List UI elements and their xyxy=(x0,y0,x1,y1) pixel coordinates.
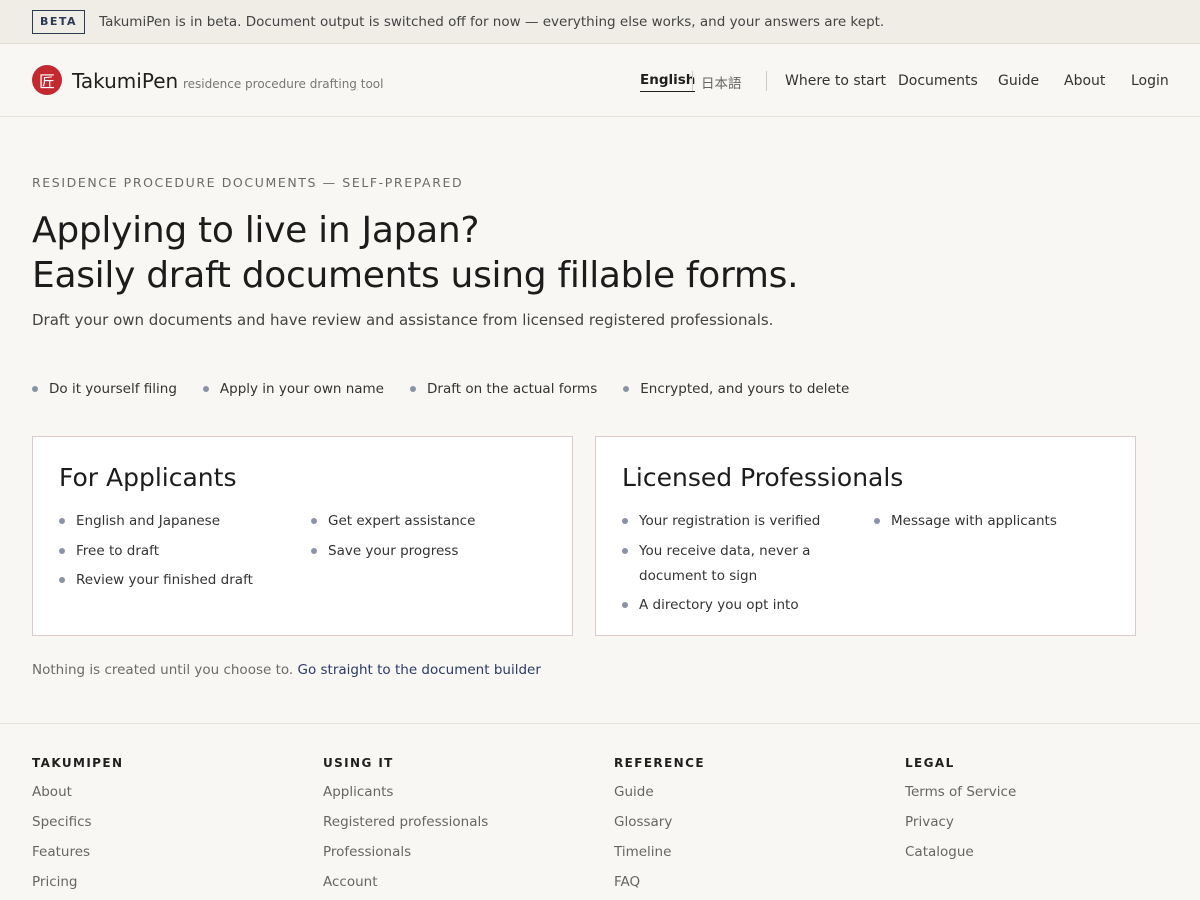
footer-link-professionals[interactable]: Professionals xyxy=(323,844,488,860)
hero-title-line2: Easily draft documents using fillable fo… xyxy=(32,255,799,296)
card-list: English and Japanese Free to draft Revie… xyxy=(59,509,253,598)
professionals-card[interactable]: Licensed Professionals Your registration… xyxy=(595,436,1136,636)
language-divider xyxy=(692,71,693,91)
note-text: Nothing is created until you choose to. xyxy=(32,662,294,678)
beta-badge: BETA xyxy=(32,9,86,34)
feature-item: Do it yourself filing xyxy=(32,381,177,397)
footer-link-glossary[interactable]: Glossary xyxy=(614,814,705,830)
bullet-icon xyxy=(202,386,209,392)
list-item: Message with applicants xyxy=(874,509,1057,534)
bullet-icon xyxy=(59,577,65,583)
language-english[interactable]: English xyxy=(640,72,696,92)
list-item: English and Japanese xyxy=(59,509,253,534)
bullet-icon xyxy=(622,602,628,608)
hero-subtitle: Draft your own documents and have review… xyxy=(32,311,774,329)
footer-link-catalogue[interactable]: Catalogue xyxy=(905,844,1016,860)
card-title: Licensed Professionals xyxy=(622,463,904,492)
bullet-icon xyxy=(874,518,880,524)
card-title: For Applicants xyxy=(59,463,237,492)
footer-link-specifics[interactable]: Specifics xyxy=(32,814,123,830)
bullet-icon xyxy=(311,518,317,524)
document-builder-link[interactable]: Go straight to the document builder xyxy=(298,662,541,678)
bullet-icon xyxy=(32,386,38,392)
bullet-icon xyxy=(311,547,317,554)
footer-link-faq[interactable]: FAQ xyxy=(614,874,705,890)
list-item: You receive data, never a xyxy=(622,539,820,564)
feature-list: Do it yourself filing Apply in your own … xyxy=(32,381,875,397)
feature-item: Draft on the actual forms xyxy=(410,381,597,397)
feature-item: Encrypted, and yours to delete xyxy=(623,381,849,397)
bullet-icon xyxy=(622,518,628,524)
nav-documents[interactable]: Documents xyxy=(898,73,978,89)
footer-link-terms[interactable]: Terms of Service xyxy=(905,784,1016,800)
card-list: Message with applicants xyxy=(874,509,1057,539)
card-list: Get expert assistance Save your progress xyxy=(311,509,475,568)
footer-link-account[interactable]: Account xyxy=(323,874,488,890)
list-item: Get expert assistance xyxy=(311,509,475,534)
site-footer: TAKUMIPEN About Specifics Features Prici… xyxy=(0,723,1200,900)
footer-column-using-it: USING IT Applicants Registered professio… xyxy=(323,756,488,900)
nav-where-to-start[interactable]: Where to start xyxy=(785,73,886,89)
beta-banner: BETA TakumiPen is in beta. Document outp… xyxy=(0,0,1200,44)
bullet-icon xyxy=(410,386,416,392)
footer-column-takumipen: TAKUMIPEN About Specifics Features Prici… xyxy=(32,756,123,900)
list-item: Free to draft xyxy=(59,539,253,564)
brand-tagline: residence procedure drafting tool xyxy=(183,77,384,91)
beta-message: TakumiPen is in beta. Document output is… xyxy=(99,13,885,30)
list-item: A directory you opt into xyxy=(622,593,820,618)
nav-about[interactable]: About xyxy=(1064,73,1105,89)
footer-link-timeline[interactable]: Timeline xyxy=(614,844,705,860)
language-japanese[interactable]: 日本語 xyxy=(701,72,742,92)
nav-divider xyxy=(766,71,767,91)
nav-guide[interactable]: Guide xyxy=(998,73,1039,89)
brand-name[interactable]: TakumiPen xyxy=(72,69,178,93)
footer-heading: USING IT xyxy=(323,756,394,770)
bullet-icon xyxy=(59,518,65,524)
list-item: Save your progress xyxy=(311,539,475,564)
footer-heading: LEGAL xyxy=(905,756,955,770)
footer-link-pricing[interactable]: Pricing xyxy=(32,874,123,890)
nav-login[interactable]: Login xyxy=(1131,73,1169,89)
footer-column-legal: LEGAL Terms of Service Privacy Catalogue xyxy=(905,756,1016,874)
footer-link-applicants[interactable]: Applicants xyxy=(323,784,488,800)
bullet-icon xyxy=(59,547,65,554)
footer-column-reference: REFERENCE Guide Glossary Timeline FAQ xyxy=(614,756,705,900)
footer-link-registered-professionals[interactable]: Registered professionals xyxy=(323,814,488,830)
site-header: 匠 TakumiPen residence procedure drafting… xyxy=(0,44,1200,117)
footer-link-features[interactable]: Features xyxy=(32,844,123,860)
builder-note: Nothing is created until you choose to. … xyxy=(32,662,541,678)
hero-title-line1: Applying to live in Japan? xyxy=(32,210,480,251)
list-item: Review your finished draft xyxy=(59,568,253,593)
applicants-card[interactable]: For Applicants English and Japanese Free… xyxy=(32,436,573,636)
footer-heading: TAKUMIPEN xyxy=(32,756,124,770)
hero-eyebrow: RESIDENCE PROCEDURE DOCUMENTS — SELF-PRE… xyxy=(32,175,464,190)
list-item: Your registration is verified xyxy=(622,509,820,534)
list-item-continuation: document to sign xyxy=(639,567,758,584)
feature-item: Apply in your own name xyxy=(202,381,384,397)
footer-link-guide[interactable]: Guide xyxy=(614,784,705,800)
logo-icon[interactable]: 匠 xyxy=(32,65,62,95)
footer-link-about[interactable]: About xyxy=(32,784,123,800)
footer-link-privacy[interactable]: Privacy xyxy=(905,814,1016,830)
card-list: Your registration is verified You receiv… xyxy=(622,509,820,623)
bullet-icon xyxy=(623,386,630,392)
bullet-icon xyxy=(622,547,628,554)
footer-heading: REFERENCE xyxy=(614,756,705,770)
